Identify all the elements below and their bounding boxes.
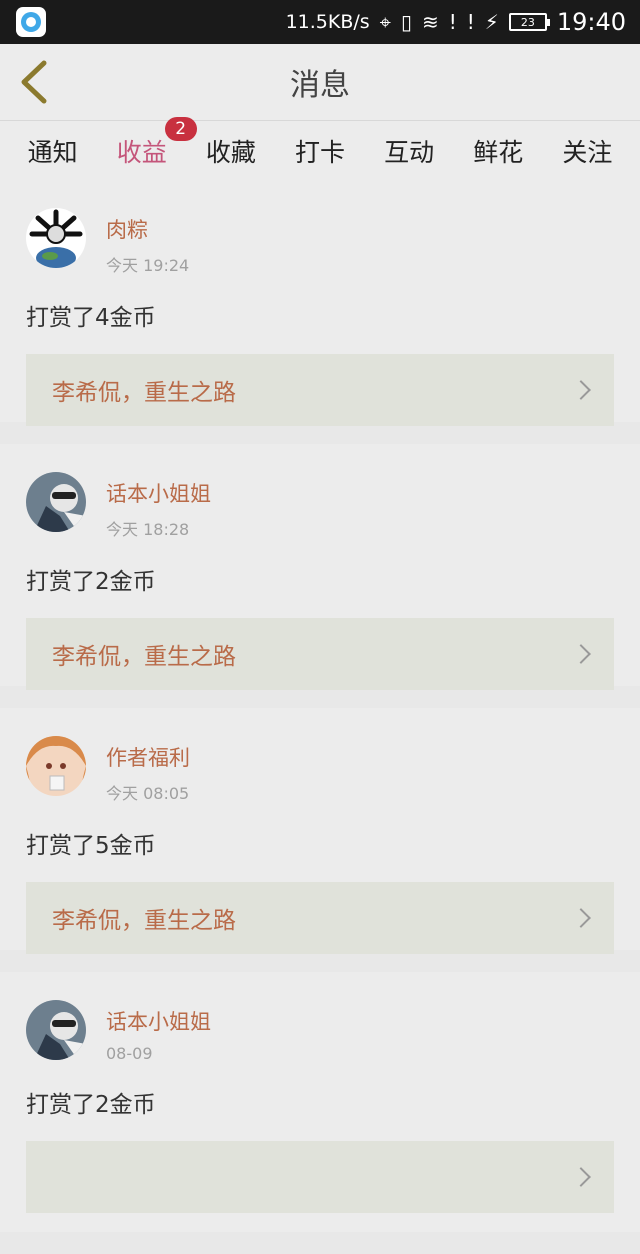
book-title: 李希侃，重生之路 [52, 644, 236, 670]
tab-interaction[interactable]: 互动 [374, 125, 444, 177]
clock: 19:40 [556, 8, 626, 36]
user-name[interactable]: 肉粽 [106, 214, 189, 244]
chevron-right-icon [571, 1167, 591, 1187]
book-title: 李希侃，重生之路 [52, 380, 236, 406]
tab-bar: 通知 收益 2 收藏 打卡 互动 鲜花 关注 [0, 116, 640, 183]
network-speed: 11.5KB/s [285, 11, 370, 33]
message-time: 今天 18:28 [106, 520, 190, 539]
book-title: 李希侃，重生之路 [52, 908, 236, 934]
chevron-right-icon [571, 644, 591, 664]
location-icon: ⌖ [379, 10, 391, 34]
tab-favorites[interactable]: 收藏 [196, 125, 266, 177]
page-title: 消息 [290, 68, 350, 103]
message-card: 作者福利 今天 08:05 打赏了5金币 李希侃，重生之路 [0, 708, 640, 954]
book-link[interactable] [26, 1141, 614, 1213]
tab-checkin[interactable]: 打卡 [285, 125, 355, 177]
message-card: 话本小姐姐 08-09 打赏了2金币 [0, 972, 640, 1232]
avatar[interactable] [26, 736, 86, 796]
book-link[interactable]: 李希侃，重生之路 [26, 618, 614, 690]
back-button[interactable] [14, 58, 54, 106]
tab-earnings[interactable]: 收益 2 [107, 116, 197, 183]
reward-text: 打赏了4金币 [26, 305, 156, 331]
message-card: 肉粽 今天 19:24 打赏了4金币 李希侃，重生之路 [0, 180, 640, 426]
message-card: 话本小姐姐 今天 18:28 打赏了2金币 李希侃，重生之路 [0, 444, 640, 690]
earnings-badge: 2 [164, 116, 197, 141]
vibrate-icon: ▯ [400, 10, 412, 34]
chevron-right-icon [571, 380, 591, 400]
app-icon [16, 7, 46, 37]
header: 消息 [0, 44, 640, 120]
chevron-right-icon [571, 908, 591, 928]
sim-alert-icon-2: ! [466, 10, 475, 34]
avatar[interactable] [26, 472, 86, 532]
reward-text: 打赏了2金币 [26, 569, 156, 595]
battery-icon: 23 [508, 13, 550, 31]
avatar[interactable] [26, 208, 86, 268]
status-bar: 11.5KB/s ⌖ ▯ ≋ ! ! ⚡ 23 19:40 [0, 0, 640, 44]
message-feed: 肉粽 今天 19:24 打赏了4金币 李希侃，重生之路 话本小姐姐 今天 18:… [0, 180, 640, 1254]
message-time: 今天 19:24 [106, 256, 190, 275]
chevron-left-icon [21, 60, 47, 104]
tab-following[interactable]: 关注 [552, 125, 622, 177]
tab-notice[interactable]: 通知 [18, 125, 88, 177]
user-name[interactable]: 话本小姐姐 [106, 1006, 211, 1036]
book-link[interactable]: 李希侃，重生之路 [26, 354, 614, 426]
tab-flowers[interactable]: 鲜花 [463, 125, 533, 177]
wifi-icon: ≋ [421, 10, 439, 34]
user-name[interactable]: 作者福利 [106, 742, 190, 772]
user-name[interactable]: 话本小姐姐 [106, 478, 211, 508]
sim-alert-icon: ! [448, 10, 457, 34]
book-link[interactable]: 李希侃，重生之路 [26, 882, 614, 954]
message-time: 08-09 [106, 1044, 153, 1063]
reward-text: 打赏了5金币 [26, 833, 156, 859]
avatar[interactable] [26, 1000, 86, 1060]
message-time: 今天 08:05 [106, 784, 190, 803]
charging-icon: ⚡ [484, 10, 499, 34]
reward-text: 打赏了2金币 [26, 1092, 156, 1118]
